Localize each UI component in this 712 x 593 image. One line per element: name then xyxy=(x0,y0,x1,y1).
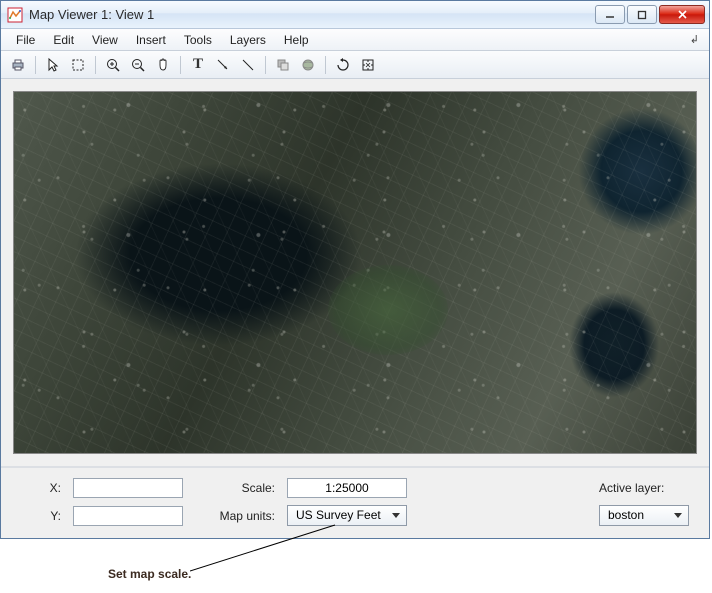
map-units-label: Map units: xyxy=(195,509,275,523)
print-icon[interactable] xyxy=(7,54,29,76)
menu-view[interactable]: View xyxy=(83,31,127,49)
pan-icon[interactable] xyxy=(152,54,174,76)
globe-icon[interactable] xyxy=(297,54,319,76)
minimize-button[interactable] xyxy=(595,5,625,24)
map-area xyxy=(1,79,709,466)
overlay-icon[interactable] xyxy=(272,54,294,76)
x-field[interactable] xyxy=(73,478,183,498)
status-panel: X: Scale: Active layer: Y: Map units: US… xyxy=(1,466,709,538)
app-icon xyxy=(7,7,23,23)
menu-bar: File Edit View Insert Tools Layers Help … xyxy=(1,29,709,51)
menu-layers[interactable]: Layers xyxy=(221,31,275,49)
app-window: Map Viewer 1: View 1 File Edit View Inse… xyxy=(0,0,710,539)
toolbar-separator xyxy=(35,56,36,74)
menu-insert[interactable]: Insert xyxy=(127,31,175,49)
annotation-text: Set map scale. xyxy=(108,567,191,581)
x-label: X: xyxy=(21,481,61,495)
text-icon[interactable]: T xyxy=(187,54,209,76)
toolbar-separator xyxy=(95,56,96,74)
title-bar: Map Viewer 1: View 1 xyxy=(1,1,709,29)
select-rect-icon[interactable] xyxy=(67,54,89,76)
menu-file[interactable]: File xyxy=(7,31,44,49)
menu-overflow-icon[interactable]: ↲ xyxy=(690,33,703,46)
toolbar-separator xyxy=(180,56,181,74)
arrow-line-icon[interactable] xyxy=(212,54,234,76)
line-icon[interactable] xyxy=(237,54,259,76)
active-layer-dropdown[interactable]: boston xyxy=(599,505,689,526)
toolbar-separator xyxy=(325,56,326,74)
zoom-in-icon[interactable] xyxy=(102,54,124,76)
fit-extent-icon[interactable] xyxy=(357,54,379,76)
map-units-dropdown[interactable]: US Survey Feet xyxy=(287,505,407,526)
window-title: Map Viewer 1: View 1 xyxy=(29,7,593,22)
pointer-icon[interactable] xyxy=(42,54,64,76)
y-field[interactable] xyxy=(73,506,183,526)
toolbar-separator xyxy=(265,56,266,74)
toolbar: T xyxy=(1,51,709,79)
scale-field[interactable] xyxy=(287,478,407,498)
window-controls xyxy=(593,5,705,24)
map-canvas[interactable] xyxy=(13,91,697,454)
close-button[interactable] xyxy=(659,5,705,24)
park-area xyxy=(328,265,448,355)
menu-edit[interactable]: Edit xyxy=(44,31,83,49)
scale-label: Scale: xyxy=(195,481,275,495)
menu-help[interactable]: Help xyxy=(275,31,318,49)
menu-tools[interactable]: Tools xyxy=(175,31,221,49)
maximize-button[interactable] xyxy=(627,5,657,24)
reset-view-icon[interactable] xyxy=(332,54,354,76)
y-label: Y: xyxy=(21,509,61,523)
zoom-out-icon[interactable] xyxy=(127,54,149,76)
active-layer-label: Active layer: xyxy=(599,481,689,495)
